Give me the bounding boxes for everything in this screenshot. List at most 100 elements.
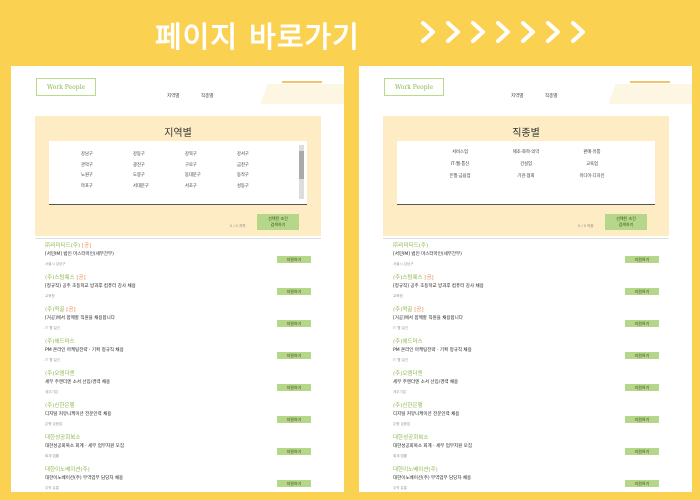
company-name[interactable]: ㈜리미티드(주) [공] [45,241,91,249]
region-option[interactable]: 노원구 [81,172,133,178]
nav-link-region[interactable]: 지역별 [511,93,523,99]
job-listing[interactable]: 대한성공회복소 대한성공회복소 회계 · 세무 업무지원 모집 회계 법률 지원하기 [41,433,321,465]
category-option[interactable]: 은행·금융업 [427,173,493,179]
category-option[interactable]: 판매·유통 [559,149,625,155]
job-title[interactable]: 세무 주엔더엔 소서 선입/경력 채용 [393,379,458,385]
region-option[interactable]: 구로구 [185,162,237,168]
job-listing[interactable]: (주)오엠더엔 세무 주엔더엔 소서 선입/경력 채용 세무기업 지원하기 [389,369,669,401]
job-listing[interactable]: 대한성공회복소 대한성공회복소 회계 · 세무 업무지원 모집 회계 법률 지원하기 [389,433,669,465]
region-option[interactable]: 강동구 [133,151,185,157]
company-name[interactable]: ㈜리미티드(주) [393,241,428,249]
job-title[interactable]: [거공]에서 함께할 직원을 채용합니다 [393,315,463,321]
region-option[interactable]: 성동구 [237,183,289,189]
apply-button[interactable]: 지원하기 [625,352,659,359]
region-option[interactable]: 마포구 [81,183,133,189]
job-title[interactable]: 세무 주엔더엔 소서 선입/경력 채용 [45,379,110,385]
company-name[interactable]: (주)스텀웨스 [공] [45,273,86,281]
apply-button[interactable]: 지원하기 [277,448,311,455]
region-option[interactable]: 관악구 [81,162,133,168]
job-listing[interactable]: (주)헤드마스 PM 온라인 마케팅전략 · 기획 정규직 채용 IT 웹 일선 지… [389,337,669,369]
apply-button[interactable]: 지원하기 [277,480,311,487]
apply-button[interactable]: 지원하기 [277,320,311,327]
company-name[interactable]: (주)헤드마스 [393,337,423,345]
job-title[interactable]: 대한이노베이션(주) 무역업무 담당자 채용 [393,475,471,481]
category-option[interactable]: 미디어·디자인 [559,173,625,179]
company-name[interactable]: 대한성공회복소 [45,433,80,441]
job-listing[interactable]: (주)스텀웨스 [공] [정규직] 공주 초등학교 방과후 컴퓨터 강사 채용 교육… [41,273,321,305]
category-option[interactable]: 제조·화학·의약 [493,149,559,155]
search-button[interactable]: 선택된 조건 검색하기 [605,214,647,230]
region-option[interactable]: 금천구 [237,162,289,168]
apply-button[interactable]: 지원하기 [625,384,659,391]
apply-button[interactable]: 지원하기 [625,416,659,423]
job-listing[interactable]: (주)오엠더엔 세무 주엔더엔 소서 선입/경력 채용 세무기업 지원하기 [41,369,321,401]
region-option[interactable]: 강남구 [81,151,133,157]
nav-link-job[interactable]: 직종별 [545,93,557,99]
apply-button[interactable]: 지원하기 [277,384,311,391]
region-option[interactable]: 동대문구 [185,172,237,178]
apply-button[interactable]: 지원하기 [277,256,311,263]
company-name[interactable]: 대한성공회복소 [393,433,428,441]
job-listing[interactable]: ㈜리미티드(주) [공] [서민IM] 법인 마스터마인(세무간부) 서울시 강남구… [41,241,321,273]
category-option[interactable]: 교육업 [559,161,625,167]
apply-button[interactable]: 지원하기 [625,480,659,487]
job-title[interactable]: 대한성공회복소 회계 · 세무 업무지원 모집 [393,443,472,449]
job-listing[interactable]: 대한이노베이션(주) 대한이노베이션(주) 무역업무 담당자 채용 무역 유통 지원… [41,465,321,492]
company-name[interactable]: (주)스텀웨스 [공] [393,273,434,281]
job-title[interactable]: 대한이노베이션(주) 무역업무 담당자 채용 [45,475,123,481]
job-listing[interactable]: (주)헤드마스 PM 온라인 마케팅전략 · 기획 정규직 채용 IT 웹 일선 지… [41,337,321,369]
apply-button[interactable]: 지원하기 [277,416,311,423]
company-name[interactable]: (주)헤드마스 [45,337,75,345]
region-option[interactable]: 도봉구 [133,172,185,178]
category-option[interactable]: 건설업 [493,161,559,167]
scroll-thumb[interactable] [299,151,304,179]
nav-link-region[interactable]: 지역별 [167,93,179,99]
company-name[interactable]: (주)먹골 [공] [45,305,76,313]
site-logo[interactable]: Work People [36,78,96,96]
apply-button[interactable]: 지원하기 [625,320,659,327]
apply-button[interactable]: 지원하기 [625,288,659,295]
job-listing[interactable]: (주)신한은행 디지털 커뮤니케이션 전문인력 채용 은행 금융업 지원하기 [389,401,669,433]
chevron-right-icon [496,21,510,43]
category-option[interactable]: IT·웹·통신 [427,161,493,167]
job-listing[interactable]: (주)신한은행 디지털 커뮤니케이션 전문인력 채용 은행 금융업 지원하기 [41,401,321,433]
apply-button[interactable]: 지원하기 [277,352,311,359]
region-option[interactable]: 동작구 [237,172,289,178]
apply-button[interactable]: 지원하기 [625,256,659,263]
company-name[interactable]: 대한이노베이션(주) [45,465,90,473]
category-option[interactable]: 서비스업 [427,149,493,155]
region-option[interactable]: 서대문구 [133,183,185,189]
job-title[interactable]: 디지털 커뮤니케이션 전문인력 채용 [45,411,111,417]
job-listing[interactable]: (주)먹골 [공] [거공]에서 함께할 직원을 채용합니다 IT 웹 일선 지원하기 [389,305,669,337]
company-name[interactable]: (주)오엠더엔 [393,369,423,377]
company-name[interactable]: 대한이노베이션(주) [393,465,438,473]
job-title[interactable]: 대한성공회복소 회계 · 세무 업무지원 모집 [45,443,124,449]
nav-link-job[interactable]: 직종별 [201,93,213,99]
region-option[interactable]: 강서구 [237,151,289,157]
job-listing[interactable]: (주)먹골 [공] [거공]에서 함께할 직원을 채용합니다 IT 웹 일선 지원하기 [41,305,321,337]
apply-button[interactable]: 지원하기 [625,448,659,455]
region-option[interactable]: 강북구 [185,151,237,157]
job-listing[interactable]: ㈜리미티드(주) [서민IM] 법인 마스터마인(세무간부) 서울시 강남구 지원하… [389,241,669,273]
search-button[interactable]: 선택된 조건 검색하기 [257,214,299,230]
job-title[interactable]: PM 온라인 마케팅전략 · 기획 정규직 채용 [45,347,124,353]
job-listing[interactable]: 대한이노베이션(주) 대한이노베이션(주) 무역업무 담당자 채용 무역 유통 지원… [389,465,669,492]
company-name[interactable]: (주)신한은행 [45,401,75,409]
job-title[interactable]: [정규직] 공주 초등학교 방과후 컴퓨터 강사 채용 [45,283,136,289]
category-option[interactable]: 기관·협회 [493,173,559,179]
company-name[interactable]: (주)먹골 [공] [393,305,424,313]
region-option[interactable]: 광진구 [133,162,185,168]
job-title[interactable]: 디지털 커뮤니케이션 전문인력 채용 [393,411,459,417]
company-name[interactable]: (주)신한은행 [393,401,423,409]
job-title[interactable]: PM 온라인 마케팅전략 · 기획 정규직 채용 [393,347,472,353]
region-scrollbar[interactable] [299,145,304,199]
apply-button[interactable]: 지원하기 [277,288,311,295]
region-option[interactable]: 서초구 [185,183,237,189]
job-title[interactable]: [거공]에서 함께할 직원을 채용합니다 [45,315,115,321]
site-logo[interactable]: Work People [384,78,444,96]
job-title[interactable]: [서민IM] 법인 마스터마인(세무간부) [393,251,462,257]
job-title[interactable]: [정규직] 공주 초등학교 방과후 컴퓨터 강사 채용 [393,283,484,289]
company-name[interactable]: (주)오엠더엔 [45,369,75,377]
job-listing[interactable]: (주)스텀웨스 [공] [정규직] 공주 초등학교 방과후 컴퓨터 강사 채용 교육… [389,273,669,305]
job-title[interactable]: [서민IM] 법인 마스터마인(세무간부) [45,251,114,257]
